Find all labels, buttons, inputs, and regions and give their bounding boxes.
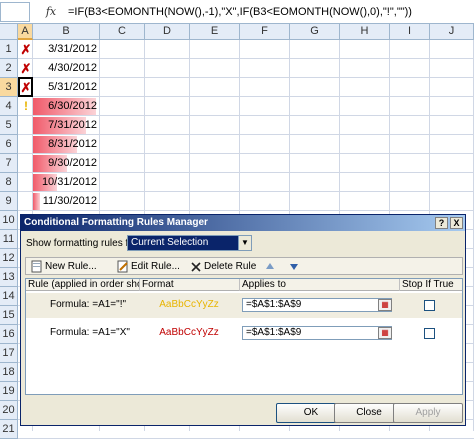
new-rule-icon: [31, 260, 43, 273]
applies-to-field[interactable]: =$A$1:$A$9: [242, 298, 392, 312]
date-cell[interactable]: 9/30/2012: [33, 154, 99, 173]
selected-cell-outline: [18, 77, 33, 97]
column-header-f[interactable]: F: [240, 24, 290, 40]
row-header-15[interactable]: 15: [0, 306, 18, 325]
range-picker-icon[interactable]: ▦: [378, 299, 392, 311]
name-box[interactable]: [0, 2, 30, 22]
rule-description: Formula: =A1="!": [50, 299, 127, 310]
row-header-9[interactable]: 9: [0, 192, 18, 211]
rules-table: Rule (applied in order shown) Format App…: [25, 278, 463, 395]
formula-input[interactable]: =IF(B3<EOMONTH(NOW(),-1),"X",IF(B3<EOMON…: [66, 2, 474, 22]
row-header-11[interactable]: 11: [0, 230, 18, 249]
row-header-1[interactable]: 1: [0, 40, 18, 59]
header-applies-to[interactable]: Applies to: [240, 279, 400, 291]
stop-if-true-checkbox[interactable]: [424, 300, 435, 311]
range-picker-icon[interactable]: ▦: [378, 327, 392, 339]
row-header-8[interactable]: 8: [0, 173, 18, 192]
arrow-down-icon[interactable]: [288, 260, 300, 273]
header-stop-if-true[interactable]: Stop If True: [400, 279, 462, 291]
stop-if-true-checkbox[interactable]: [424, 328, 435, 339]
dialog-title-bar[interactable]: Conditional Formatting Rules Manager ? X: [21, 215, 465, 231]
row-header-7[interactable]: 7: [0, 154, 18, 173]
applies-to-field[interactable]: =$A$1:$A$9: [242, 326, 392, 340]
exclamation-icon: !: [24, 99, 28, 113]
header-rule[interactable]: Rule (applied in order shown): [26, 279, 140, 291]
show-rules-dropdown[interactable]: Current Selection: [127, 235, 239, 251]
column-header-c[interactable]: C: [100, 24, 145, 40]
date-cell[interactable]: 10/31/2012: [33, 173, 99, 192]
show-rules-label: Show formatting rules for:: [26, 238, 140, 249]
insert-function-icon[interactable]: fx: [40, 3, 62, 21]
row-header-6[interactable]: 6: [0, 135, 18, 154]
column-header-a[interactable]: A: [18, 24, 33, 40]
date-cell[interactable]: 5/31/2012: [33, 78, 99, 97]
row-header-14[interactable]: 14: [0, 287, 18, 306]
row-header-3[interactable]: 3: [0, 78, 18, 97]
format-preview: AaBbCcYyZz: [159, 327, 219, 338]
column-header-i[interactable]: I: [390, 24, 430, 40]
delete-rule-button[interactable]: Delete Rule: [204, 259, 256, 275]
date-cell[interactable]: 8/31/2012: [33, 135, 99, 154]
table-row[interactable]: Formula: =A1="X" AaBbCcYyZz =$A$1:$A$9 ▦: [26, 321, 462, 346]
conditional-formatting-rules-manager-dialog: Conditional Formatting Rules Manager ? X…: [20, 214, 466, 426]
select-all-corner[interactable]: [0, 24, 18, 40]
table-row[interactable]: Formula: =A1="!" AaBbCcYyZz =$A$1:$A$9 ▦: [26, 293, 462, 318]
column-header-g[interactable]: G: [290, 24, 340, 40]
date-cell[interactable]: 6/30/2012: [33, 97, 99, 116]
date-cell[interactable]: 11/30/2012: [33, 192, 99, 211]
format-preview: AaBbCcYyZz: [159, 299, 219, 310]
column-header-b[interactable]: B: [33, 24, 100, 40]
arrow-up-icon[interactable]: [264, 260, 276, 273]
close-icon[interactable]: X: [450, 217, 463, 229]
dialog-title: Conditional Formatting Rules Manager: [24, 217, 208, 228]
rules-table-header: Rule (applied in order shown) Format App…: [26, 279, 462, 291]
row-header-17[interactable]: 17: [0, 344, 18, 363]
row-header-4[interactable]: 4: [0, 97, 18, 116]
row-header-2[interactable]: 2: [0, 59, 18, 78]
row-header-16[interactable]: 16: [0, 325, 18, 344]
new-rule-button[interactable]: New Rule...: [45, 259, 97, 275]
rules-toolbar: New Rule... Edit Rule... Delete Rule: [25, 257, 463, 275]
row-header-12[interactable]: 12: [0, 249, 18, 268]
row-header-19[interactable]: 19: [0, 382, 18, 401]
cross-icon: ✗: [20, 42, 32, 57]
chevron-down-icon[interactable]: ▼: [238, 235, 252, 251]
column-header-d[interactable]: D: [145, 24, 190, 40]
help-button[interactable]: ?: [435, 217, 448, 229]
header-format[interactable]: Format: [140, 279, 240, 291]
row-header-13[interactable]: 13: [0, 268, 18, 287]
edit-rule-button[interactable]: Edit Rule...: [131, 259, 180, 275]
row-header-18[interactable]: 18: [0, 363, 18, 382]
row-header-21[interactable]: 21: [0, 420, 18, 439]
column-header-h[interactable]: H: [340, 24, 390, 40]
formula-bar: fx =IF(B3<EOMONTH(NOW(),-1),"X",IF(B3<EO…: [0, 0, 474, 24]
delete-rule-icon: [190, 260, 202, 273]
cross-icon: ✗: [20, 61, 32, 76]
show-rules-value: Current Selection: [131, 237, 209, 248]
date-cell[interactable]: 3/31/2012: [33, 40, 99, 59]
apply-button[interactable]: Apply: [393, 403, 463, 423]
date-cell[interactable]: 4/30/2012: [33, 59, 99, 78]
column-header-e[interactable]: E: [190, 24, 240, 40]
edit-rule-icon: [117, 260, 129, 273]
column-header-j[interactable]: J: [430, 24, 474, 40]
row-header-5[interactable]: 5: [0, 116, 18, 135]
rule-description: Formula: =A1="X": [50, 327, 130, 338]
row-header-10[interactable]: 10: [0, 211, 18, 230]
date-cell[interactable]: 7/31/2012: [33, 116, 99, 135]
row-header-20[interactable]: 20: [0, 401, 18, 420]
